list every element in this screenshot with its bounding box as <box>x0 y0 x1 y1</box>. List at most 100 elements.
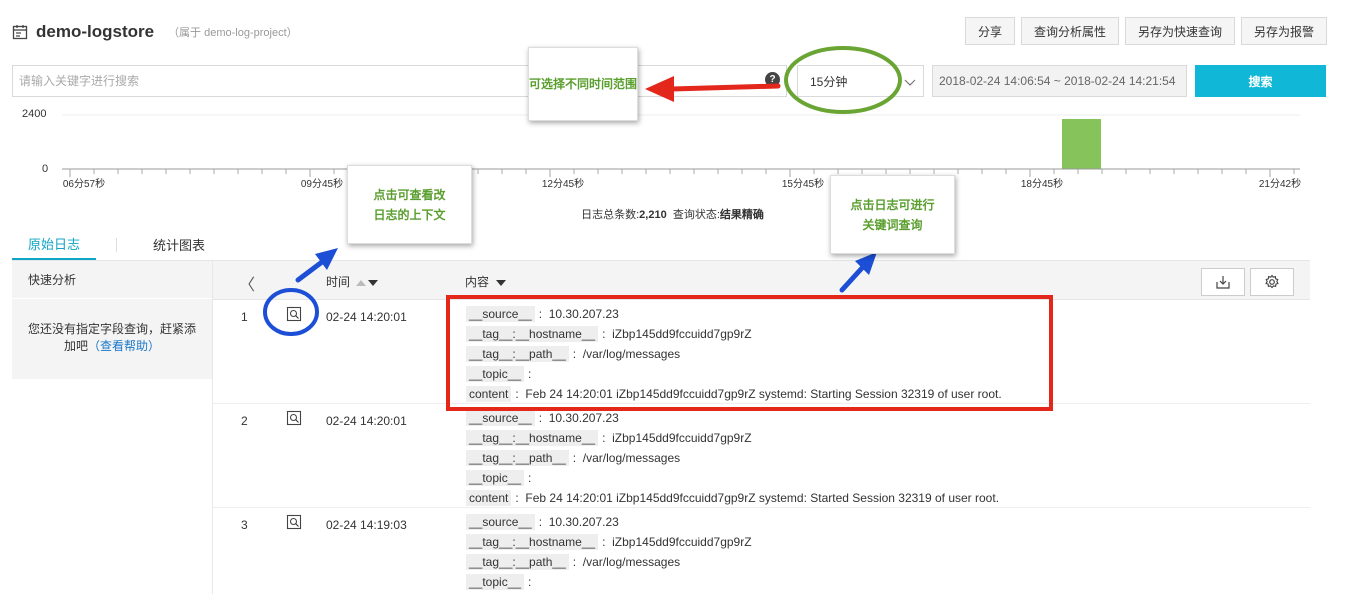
field-key[interactable]: __tag__:__path__ <box>466 450 569 466</box>
query-summary: 日志总条数:2,210 查询状态:结果精确 <box>0 206 1345 222</box>
histogram-bar[interactable] <box>1062 119 1101 169</box>
histogram-plot: 06分57秒 09分45秒 12分45秒 15分45秒 18分45秒 21分42… <box>62 114 1301 190</box>
field-key[interactable]: __tag__:__hostname__ <box>466 534 599 550</box>
field-value[interactable]: /var/log/messages <box>583 555 680 569</box>
log-field: __tag__:__hostname__: iZbp145dd9fccuidd7… <box>466 428 999 448</box>
field-key[interactable]: __source__ <box>466 514 535 530</box>
log-table-header: 〈 时间 内容 <box>213 261 1310 300</box>
log-field: __tag__:__path__: /var/log/messages <box>466 344 1002 364</box>
field-value[interactable]: 10.30.207.23 <box>549 515 619 529</box>
field-key[interactable]: __tag__:__path__ <box>466 346 569 362</box>
time-range-field[interactable]: 2018-02-24 14:06:54 ~ 2018-02-24 14:21:5… <box>932 65 1187 97</box>
table-row[interactable]: 3 02-24 14:19:03 __source__: 10.30.207.2… <box>213 508 1310 594</box>
search-button[interactable]: 搜索 <box>1195 65 1326 97</box>
histogram-x-label: 06分57秒 <box>63 177 105 190</box>
log-field: __tag__:__path__: /var/log/messages <box>466 448 999 468</box>
histogram-x-label: 18分45秒 <box>1021 177 1063 190</box>
chevron-down-icon <box>904 79 916 86</box>
log-field: __tag__:__path__: /var/log/messages <box>466 552 752 572</box>
result-tabs: 原始日志 统计图表 <box>12 229 221 261</box>
log-count-value: 2,210 <box>639 209 667 221</box>
save-alert-button[interactable]: 另存为报警 <box>1240 17 1327 45</box>
table-row[interactable]: 2 02-24 14:20:01 __source__: 10.30.207.2… <box>213 404 1310 508</box>
field-key[interactable]: __tag__:__hostname__ <box>466 326 599 342</box>
log-content[interactable]: __source__: 10.30.207.23 __tag__:__hostn… <box>466 304 1002 404</box>
log-field: __tag__:__hostname__: iZbp145dd9fccuidd7… <box>466 532 752 552</box>
log-time: 02-24 14:20:01 <box>326 414 407 428</box>
logstore-icon <box>12 25 28 40</box>
time-range-callout: 可选择不同时间范围 <box>528 47 638 121</box>
log-field: __tag__:__hostname__: iZbp145dd9fccuidd7… <box>466 324 1002 344</box>
field-key[interactable]: __tag__:__path__ <box>466 554 569 570</box>
project-subtitle: （属于 demo-log-project） <box>168 27 298 39</box>
quick-analysis-hint: 您还没有指定字段查询，赶紧添加吧（查看帮助） <box>12 299 212 355</box>
header-actions: 分享 查询分析属性 另存为快速查询 另存为报警 <box>964 17 1327 45</box>
histogram-x-label: 09分45秒 <box>301 177 343 190</box>
help-link[interactable]: （查看帮助） <box>88 339 160 353</box>
tab-raw-logs[interactable]: 原始日志 <box>12 229 97 260</box>
time-preset-value: 15分钟 <box>810 74 848 89</box>
content-column-header[interactable]: 内容 <box>465 273 507 290</box>
page-title: demo-logstore <box>36 22 155 41</box>
keyword-callout: 点击日志可进行关键词查询 <box>830 175 955 254</box>
field-value[interactable]: /var/log/messages <box>583 451 680 465</box>
share-button[interactable]: 分享 <box>964 17 1015 45</box>
context-search-icon[interactable] <box>286 306 302 322</box>
field-key[interactable]: __tag__:__hostname__ <box>466 430 599 446</box>
log-content[interactable]: __source__: 10.30.207.23 __tag__:__hostn… <box>466 408 999 508</box>
log-field: content: Feb 24 14:20:01 iZbp145dd9fccui… <box>466 488 999 508</box>
time-preset-select[interactable]: 15分钟 <box>797 65 924 97</box>
histogram-x-label: 12分45秒 <box>542 177 584 190</box>
caret-down-icon <box>496 279 507 286</box>
field-key[interactable]: __topic__ <box>466 574 525 590</box>
collapse-sidebar-button[interactable]: 〈 <box>239 271 255 295</box>
tab-statistics-chart[interactable]: 统计图表 <box>137 229 221 260</box>
field-key[interactable]: __source__ <box>466 410 535 426</box>
query-properties-button[interactable]: 查询分析属性 <box>1020 17 1119 45</box>
row-number: 1 <box>241 310 248 324</box>
histogram-x-label: 15分45秒 <box>782 177 824 190</box>
save-quick-query-button[interactable]: 另存为快速查询 <box>1124 17 1235 45</box>
field-value[interactable]: Feb 24 14:20:01 iZbp145dd9fccuidd7gp9rZ … <box>525 491 999 505</box>
download-icon <box>1216 276 1230 289</box>
field-value[interactable]: 10.30.207.23 <box>549 411 619 425</box>
field-value[interactable]: Feb 24 14:20:01 iZbp145dd9fccuidd7gp9rZ … <box>525 387 1001 401</box>
download-button[interactable] <box>1201 268 1245 296</box>
tab-divider <box>116 238 118 252</box>
log-count-label: 日志总条数: <box>581 209 640 221</box>
histogram-ticks <box>69 169 1295 177</box>
field-key[interactable]: content <box>466 386 512 402</box>
log-field: content: Feb 24 14:20:01 iZbp145dd9fccui… <box>466 384 1002 404</box>
field-value[interactable]: /var/log/messages <box>583 347 680 361</box>
field-value[interactable]: iZbp145dd9fccuidd7gp9rZ <box>612 327 751 341</box>
time-column-header[interactable]: 时间 <box>326 273 379 290</box>
log-field: __source__: 10.30.207.23 <box>466 512 752 532</box>
sort-icon[interactable] <box>355 278 379 288</box>
quick-analysis-title: 快速分析 <box>12 261 212 299</box>
table-row[interactable]: 1 02-24 14:20:01 __source__: 10.30.207.2… <box>213 300 1310 404</box>
query-status-label: 查询状态: <box>672 209 720 221</box>
context-search-icon[interactable] <box>286 514 302 530</box>
field-key[interactable]: __topic__ <box>466 470 525 486</box>
context-search-icon[interactable] <box>286 410 302 426</box>
log-time: 02-24 14:19:03 <box>326 518 407 532</box>
field-key[interactable]: __topic__ <box>466 366 525 382</box>
field-value[interactable]: 10.30.207.23 <box>549 307 619 321</box>
page-header: demo-logstore （属于 demo-log-project） <box>12 18 298 46</box>
settings-button[interactable] <box>1250 268 1294 296</box>
field-key[interactable]: content <box>466 490 512 506</box>
log-field: __topic__: <box>466 468 999 488</box>
field-value[interactable]: iZbp145dd9fccuidd7gp9rZ <box>612 535 751 549</box>
log-field: __topic__: <box>466 572 752 592</box>
log-field: __source__: 10.30.207.23 <box>466 408 999 428</box>
row-number: 3 <box>241 518 248 532</box>
field-key[interactable]: __source__ <box>466 306 535 322</box>
gear-icon <box>1265 274 1279 289</box>
quick-analysis-panel: 快速分析 您还没有指定字段查询，赶紧添加吧（查看帮助） <box>12 261 212 379</box>
field-value[interactable]: iZbp145dd9fccuidd7gp9rZ <box>612 431 751 445</box>
query-status-value: 结果精确 <box>719 209 764 221</box>
log-field: __source__: 10.30.207.23 <box>466 304 1002 324</box>
help-icon[interactable]: ? <box>765 72 780 87</box>
log-content[interactable]: __source__: 10.30.207.23 __tag__:__hostn… <box>466 512 752 592</box>
search-input[interactable] <box>12 65 787 97</box>
